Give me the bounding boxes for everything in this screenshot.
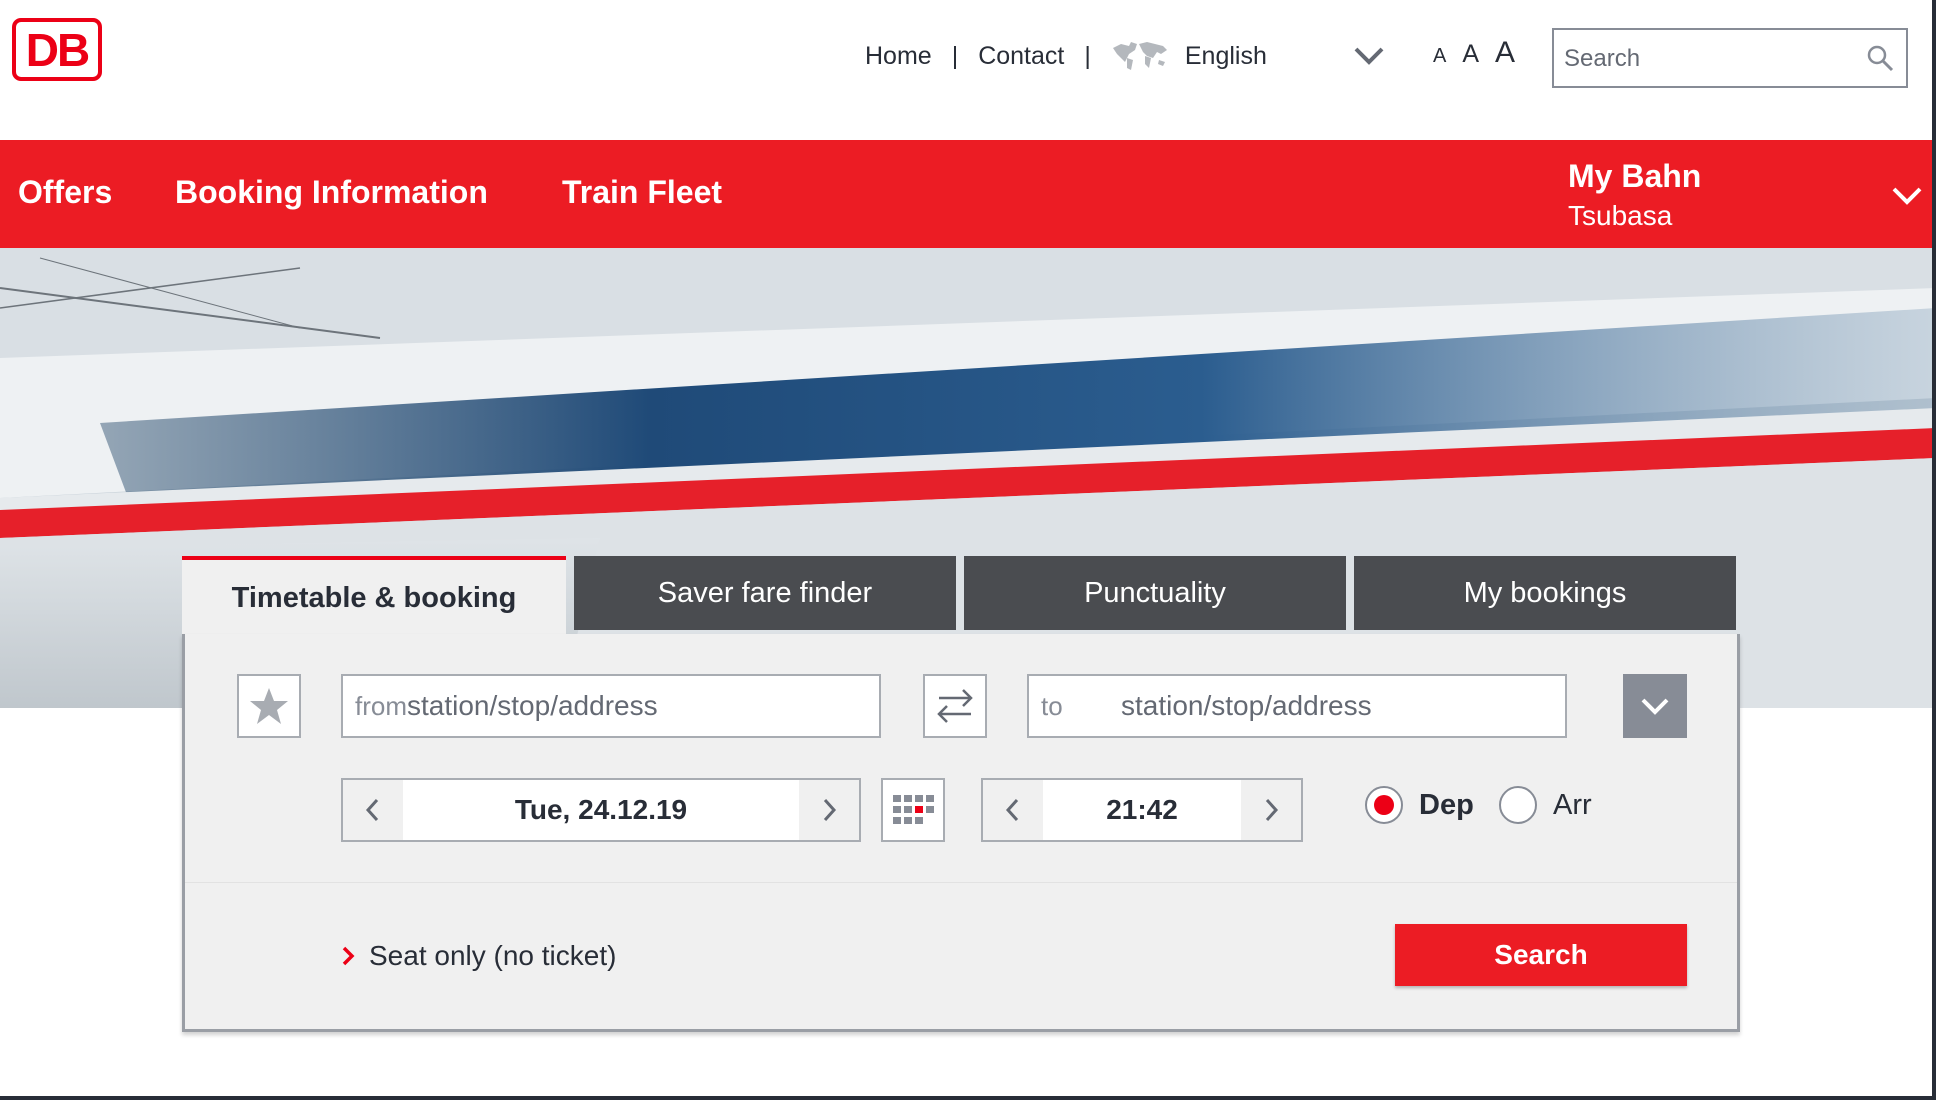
calendar-icon <box>893 795 934 824</box>
swap-arrows-icon <box>937 689 973 723</box>
from-station-field[interactable]: from station/stop/address <box>341 674 881 738</box>
search-icon[interactable] <box>1866 44 1894 72</box>
chevron-right-icon <box>342 946 355 966</box>
main-nav: Offers Booking Information Train Fleet M… <box>0 140 1936 248</box>
tab-timetable-booking[interactable]: Timetable & booking <box>182 556 566 636</box>
utility-nav: Home | Contact | English <box>865 38 1267 74</box>
arrival-radio[interactable]: Arr <box>1499 786 1592 824</box>
time-value[interactable]: 21:42 <box>1043 780 1241 840</box>
next-day-button[interactable] <box>799 780 859 840</box>
chevron-right-icon <box>1265 798 1279 822</box>
nav-item-offers[interactable]: Offers <box>18 174 112 211</box>
home-link[interactable]: Home <box>865 42 932 71</box>
booking-form: from station/stop/address to station/sto… <box>182 634 1740 1032</box>
departure-radio[interactable]: Dep <box>1365 786 1474 824</box>
tab-my-bookings[interactable]: My bookings <box>1354 556 1736 630</box>
later-time-button[interactable] <box>1241 780 1301 840</box>
star-icon <box>250 688 288 724</box>
nav-separator: | <box>951 41 959 70</box>
site-search <box>1552 28 1908 88</box>
account-user-name: Tsubasa <box>1568 200 1673 231</box>
to-prefix: to <box>1041 690 1063 721</box>
window-edge <box>1932 0 1936 1100</box>
chevron-down-icon[interactable] <box>1890 180 1924 210</box>
db-logo[interactable]: DB <box>12 18 102 81</box>
nav-item-booking-information[interactable]: Booking Information <box>175 174 488 211</box>
tab-saver-fare-finder[interactable]: Saver fare finder <box>574 556 956 630</box>
swap-stations-button[interactable] <box>923 674 987 738</box>
arrival-label: Arr <box>1553 788 1592 821</box>
window-edge <box>0 1096 1936 1100</box>
more-options-button[interactable] <box>1623 674 1687 738</box>
to-station-field[interactable]: to station/stop/address <box>1027 674 1567 738</box>
from-prefix: from <box>355 690 407 721</box>
radio-selected <box>1365 786 1403 824</box>
font-size-small[interactable]: A <box>1433 45 1446 68</box>
seat-only-link[interactable]: Seat only (no ticket) <box>341 940 616 972</box>
font-size-medium[interactable]: A <box>1462 40 1479 69</box>
language-label[interactable]: English <box>1185 42 1267 71</box>
calendar-button[interactable] <box>881 778 945 842</box>
font-size-large[interactable]: A <box>1495 36 1515 70</box>
from-placeholder: station/stop/address <box>407 690 658 721</box>
to-placeholder: station/stop/address <box>1121 690 1372 721</box>
font-size-switcher: A A A <box>1433 36 1515 70</box>
previous-day-button[interactable] <box>343 780 403 840</box>
nav-separator: | <box>1084 41 1091 70</box>
chevron-left-icon <box>365 798 379 822</box>
chevron-right-icon <box>823 798 837 822</box>
nav-item-train-fleet[interactable]: Train Fleet <box>562 174 722 211</box>
chevron-left-icon <box>1005 798 1019 822</box>
date-value[interactable]: Tue, 24.12.19 <box>403 780 799 840</box>
search-connections-button[interactable]: Search <box>1395 924 1687 986</box>
form-divider <box>185 882 1737 883</box>
chevron-down-icon <box>1641 698 1669 715</box>
favorites-button[interactable] <box>237 674 301 738</box>
seat-only-label: Seat only (no ticket) <box>369 940 617 971</box>
my-bahn-title: My Bahn <box>1568 158 1702 194</box>
my-bahn-account[interactable]: My Bahn Tsubasa <box>1568 156 1701 236</box>
search-input[interactable] <box>1562 38 1856 80</box>
tab-punctuality[interactable]: Punctuality <box>964 556 1346 630</box>
top-header: DB Home | Contact | English A A A <box>0 0 1936 140</box>
time-stepper: 21:42 <box>981 778 1303 842</box>
world-map-icon <box>1112 42 1167 70</box>
chevron-down-icon[interactable] <box>1352 40 1386 70</box>
date-stepper: Tue, 24.12.19 <box>341 778 861 842</box>
contact-link[interactable]: Contact <box>978 42 1064 71</box>
earlier-time-button[interactable] <box>983 780 1043 840</box>
radio-unselected <box>1499 786 1537 824</box>
departure-label: Dep <box>1419 788 1474 821</box>
